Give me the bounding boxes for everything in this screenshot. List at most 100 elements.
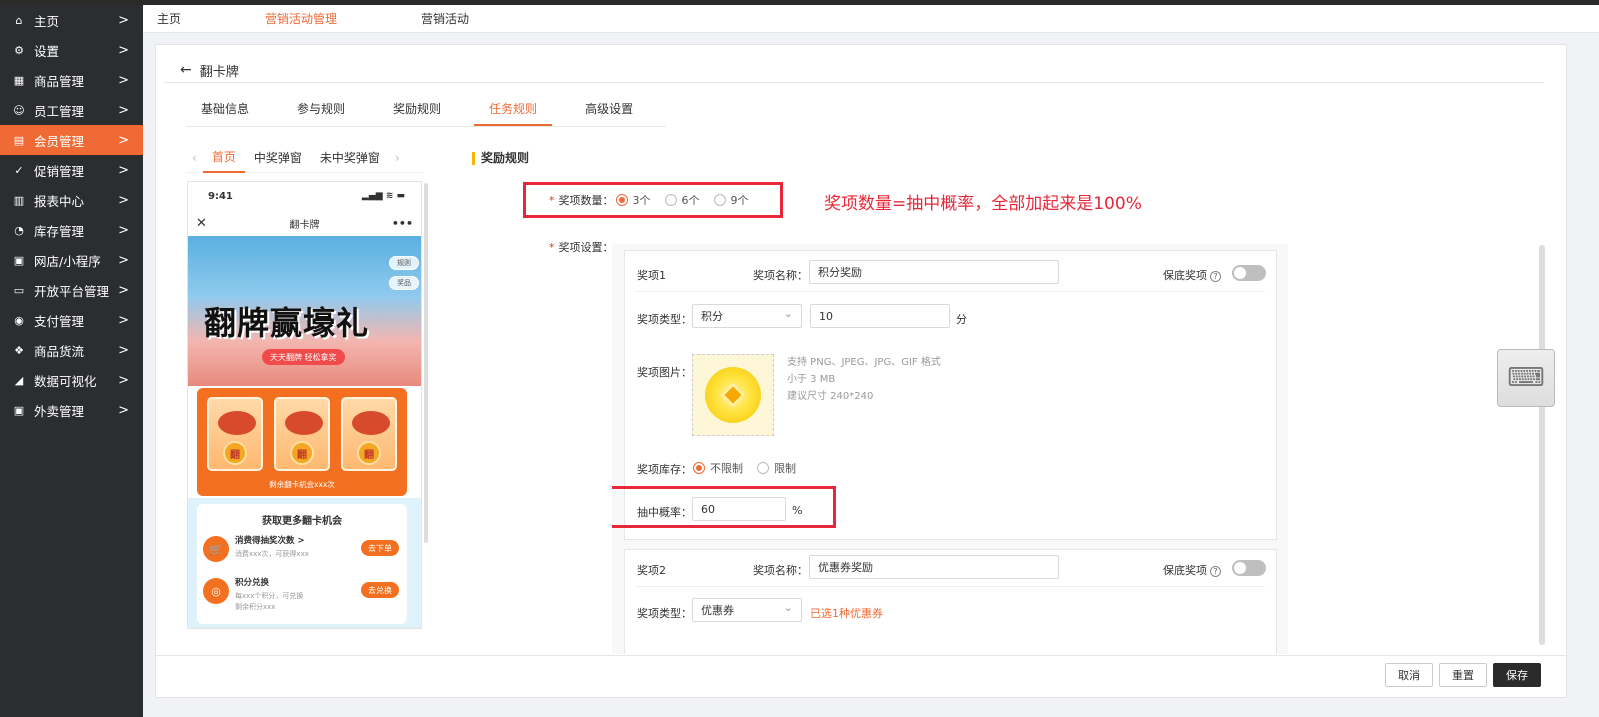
stock-label: 奖项库存： [637,463,692,476]
points-icon: ◎ [203,578,229,604]
prize-image-label: 奖项图片： [637,366,692,379]
back-arrow-icon[interactable]: ← [180,62,192,78]
more-icon: ••• [391,216,413,230]
sidebar-item-store[interactable]: ▣ 网店/小程序 > [0,245,143,275]
phone-preview: 9:41 ▂▄▆ ≋ ▬ ✕ 翻卡牌 ••• 规则 奖品 翻牌赢壕礼 天天翻牌 … [187,181,422,629]
radio-limited[interactable]: 限制 [757,460,796,476]
sidebar-item-goods-flow[interactable]: ❖ 商品货流 > [0,335,143,365]
chevron-right-icon: > [118,222,129,238]
cart-icon: 🛒 [203,536,229,562]
sidebar-item-label: 外卖管理 [34,403,85,419]
task-title: 积分兑换 [235,578,270,588]
barcode-icon: ▦ [13,73,25,87]
sidebar-item-inventory[interactable]: ◔ 库存管理 > [0,215,143,245]
hint-line: 支持 PNG、JPEG、JPG、GIF 格式 [787,357,941,368]
pie-chart-icon: ◔ [14,223,24,237]
sidebar-item-takeout[interactable]: ▣ 外卖管理 > [0,395,143,425]
guarantee-label: 保底奖项? [1163,267,1221,283]
step-tabs: 基础信息 参与规则 奖励规则 任务规则 高级设置 [186,93,667,127]
tab-home[interactable]: 主页 [157,10,181,27]
prize-type-select[interactable]: 优惠券 [692,598,802,622]
tab-marketing-activity[interactable]: 营销活动 [421,10,469,27]
prize-image-upload[interactable] [692,354,774,436]
chevron-right-icon: > [118,252,129,268]
tab-bar: 主页 营销活动管理 营销活动 [143,5,1599,33]
highlight-box [612,486,836,528]
guarantee-text: 保底奖项 [1163,269,1207,282]
chevron-right-icon: > [118,342,129,358]
radio-circle [693,462,705,474]
sidebar-item-label: 开放平台管理 [34,283,110,299]
keyboard-icon[interactable]: ⌨ [1497,349,1555,407]
prize-name-input[interactable]: 优惠券奖励 [809,555,1059,579]
prize-type-label: 奖项类型： [637,313,692,326]
sidebar-item-members[interactable]: ▤ 会员管理 > [0,125,143,155]
required-mark: * [549,240,555,254]
food-image [285,411,323,435]
coin-icon: ◉ [14,313,24,327]
chevron-right-icon: > [118,402,129,418]
footer-divider [156,655,1568,656]
more-chances-title: 获取更多翻卡机会 [262,516,342,527]
sidebar-item-label: 设置 [34,43,60,59]
divider [635,291,1265,292]
preview-tabs: ‹ 首页 中奖弹窗 未中奖弹窗 › [186,143,424,173]
sidebar-item-label: 报表中心 [34,193,85,209]
task-button: 去下单 [361,540,399,556]
help-icon[interactable]: ? [1210,271,1221,282]
sidebar-item-settings[interactable]: ⚙ 设置 > [0,35,143,65]
sidebar-item-label: 网店/小程序 [34,253,101,269]
task-desc-line: 每xxx个积分，可兑换 [235,592,304,600]
radio-unlimited[interactable]: 不限制 [693,460,743,476]
tab-task-rules[interactable]: 任务规则 [474,93,553,126]
prize-type-select[interactable]: 积分 [692,304,802,328]
sidebar-item-products[interactable]: ▦ 商品管理 > [0,65,143,95]
tab-advanced-settings[interactable]: 高级设置 [570,93,648,126]
tab-basic-info[interactable]: 基础信息 [186,93,264,126]
preview-tab-lose-popup[interactable]: 未中奖弹窗 [311,144,389,172]
form-scrollbar[interactable] [1539,245,1545,645]
tab-reward-rules[interactable]: 奖励规则 [378,93,456,126]
sidebar-item-payment[interactable]: ◉ 支付管理 > [0,305,143,335]
chevron-right-icon[interactable]: › [395,151,400,165]
sidebar-item-open-platform[interactable]: ▭ 开放平台管理 > [0,275,143,305]
page-header: ← 翻卡牌 [180,55,239,85]
points-input[interactable]: 10 [810,304,950,328]
task-desc: 消费xxx次，可获得xxx [235,550,309,558]
sidebar-item-label: 员工管理 [34,103,85,119]
prize-label: 奖项1 [637,269,666,282]
member-card-icon: ▤ [13,133,25,147]
sidebar-item-staff[interactable]: ☺ 员工管理 > [0,95,143,125]
cancel-button[interactable]: 取消 [1385,663,1433,687]
reset-button[interactable]: 重置 [1439,663,1487,687]
chevron-right-icon: > [118,102,129,118]
guarantee-text: 保底奖项 [1163,564,1207,577]
chevron-right-icon: > [118,72,129,88]
sidebar-item-home[interactable]: ⌂ 主页 > [0,5,143,35]
network-icon: ❖ [14,343,24,357]
preview-tab-win-popup[interactable]: 中奖弹窗 [245,144,311,172]
preview-tab-home[interactable]: 首页 [202,143,245,173]
task-desc: 每xxx个积分，可兑换 剩余积分xxx [235,591,303,613]
tab-marketing-management[interactable]: 营销活动管理 [265,10,337,27]
tab-participation-rules[interactable]: 参与规则 [282,93,360,126]
sidebar-item-data-viz[interactable]: ◢ 数据可视化 > [0,365,143,395]
preview-scrollbar[interactable] [424,183,428,543]
image-hints: 支持 PNG、JPEG、JPG、GIF 格式 小于 3 MB 建议尺寸 240*… [787,354,941,405]
help-icon[interactable]: ? [1210,566,1221,577]
chevron-right-icon: > [118,42,129,58]
prize-name-input[interactable]: 积分奖励 [809,260,1059,284]
guarantee-toggle[interactable] [1232,560,1266,576]
flip-card: 翻 [274,397,330,471]
sidebar-item-reports[interactable]: ▥ 报表中心 > [0,185,143,215]
food-image [352,411,390,435]
guarantee-toggle[interactable] [1232,265,1266,281]
store-icon: ▣ [13,403,25,417]
chevron-left-icon[interactable]: ‹ [192,151,197,165]
section-title: 奖励规则 [472,152,529,165]
sidebar-item-label: 库存管理 [34,223,85,239]
save-button[interactable]: 保存 [1493,663,1541,687]
hint-line: 建议尺寸 240*240 [787,391,874,402]
hint-line: 小于 3 MB [787,374,836,385]
sidebar-item-promotions[interactable]: ✓ 促销管理 > [0,155,143,185]
